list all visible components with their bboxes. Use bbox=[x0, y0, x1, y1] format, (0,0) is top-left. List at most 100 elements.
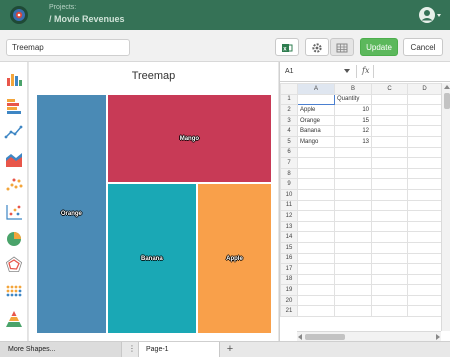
cell-reference-dropdown-icon[interactable] bbox=[344, 69, 350, 73]
sheet-cell[interactable]: Orange bbox=[297, 114, 335, 127]
row-header[interactable]: 11 bbox=[280, 199, 298, 212]
row-header[interactable]: 8 bbox=[280, 167, 298, 180]
sheet-cell[interactable] bbox=[407, 273, 442, 286]
sheet-cell[interactable] bbox=[371, 241, 408, 254]
export-excel-button[interactable]: x bbox=[275, 38, 299, 56]
sheet-cell[interactable] bbox=[371, 157, 408, 169]
sheet-cell[interactable] bbox=[371, 294, 408, 307]
sheet-cell[interactable] bbox=[297, 284, 335, 296]
row-header[interactable]: 1 bbox=[280, 93, 298, 106]
sheet-cell[interactable] bbox=[334, 220, 372, 233]
sheet-cell[interactable] bbox=[334, 188, 372, 201]
treemap-tile[interactable]: Orange bbox=[36, 94, 107, 334]
sheet-cell[interactable] bbox=[407, 167, 442, 180]
sheet-cell[interactable] bbox=[371, 188, 408, 201]
sheet-cell[interactable] bbox=[407, 231, 442, 243]
page-tab[interactable]: Page-1 bbox=[138, 342, 220, 357]
treemap-tile[interactable]: Apple bbox=[196, 183, 272, 334]
row-header[interactable]: 16 bbox=[280, 252, 298, 265]
pie-chart-icon[interactable] bbox=[4, 229, 24, 249]
sheet-cell[interactable] bbox=[407, 104, 442, 116]
sheet-cell[interactable] bbox=[371, 284, 408, 296]
scatter-plot-icon[interactable] bbox=[4, 175, 24, 195]
treemap-tile[interactable]: Mango bbox=[106, 94, 272, 184]
sheet-cell[interactable] bbox=[407, 146, 442, 159]
dot-matrix-icon[interactable] bbox=[4, 282, 24, 302]
sheet-cell[interactable] bbox=[297, 252, 335, 265]
sheet-cell[interactable]: 10 bbox=[334, 104, 372, 116]
sheet-cell[interactable] bbox=[407, 188, 442, 201]
sheet-cell[interactable] bbox=[297, 210, 335, 222]
sheet-cell[interactable] bbox=[297, 263, 335, 275]
sheet-cell[interactable] bbox=[371, 167, 408, 180]
row-header[interactable]: 13 bbox=[280, 220, 298, 233]
scatter-axes-icon[interactable] bbox=[4, 202, 24, 222]
sheet-cell[interactable] bbox=[334, 305, 372, 318]
sheet-cell[interactable] bbox=[297, 305, 335, 318]
bar-chart-icon[interactable] bbox=[4, 69, 24, 89]
sheet-cell[interactable] bbox=[334, 199, 372, 212]
sheet-cell[interactable] bbox=[371, 231, 408, 243]
sheet-cell[interactable] bbox=[371, 199, 408, 212]
sheet-cell[interactable] bbox=[407, 93, 442, 106]
sheet-cell[interactable] bbox=[371, 146, 408, 159]
sheet-cell[interactable] bbox=[371, 263, 408, 275]
cell-reference[interactable]: A1 bbox=[285, 68, 294, 75]
update-button[interactable]: Update bbox=[360, 38, 398, 56]
sheet-cell[interactable] bbox=[334, 273, 372, 286]
column-header[interactable]: A bbox=[297, 83, 335, 95]
more-shapes-button[interactable]: More Shapes... bbox=[0, 342, 122, 357]
sheet-cell[interactable] bbox=[407, 284, 442, 296]
horizontal-bar-icon[interactable] bbox=[4, 96, 24, 116]
sheet-cell[interactable] bbox=[407, 135, 442, 148]
page-menu-icon[interactable]: ⋮ bbox=[128, 344, 136, 355]
sheet-cell[interactable] bbox=[297, 231, 335, 243]
toggle-table-button[interactable] bbox=[330, 38, 354, 56]
sheet-cell[interactable] bbox=[371, 273, 408, 286]
sheet-cell[interactable] bbox=[334, 294, 372, 307]
vertical-scroll-thumb[interactable] bbox=[444, 93, 450, 109]
chart-name-input[interactable] bbox=[6, 39, 130, 56]
row-header[interactable]: 15 bbox=[280, 241, 298, 254]
row-header[interactable]: 2 bbox=[280, 104, 298, 116]
sheet-cell[interactable] bbox=[297, 178, 335, 190]
sheet-cell[interactable] bbox=[407, 220, 442, 233]
sheet-cell[interactable] bbox=[297, 93, 335, 106]
sheet-cell[interactable] bbox=[334, 178, 372, 190]
sheet-cell[interactable] bbox=[334, 167, 372, 180]
sheet-cell[interactable] bbox=[334, 241, 372, 254]
sheet-cell[interactable] bbox=[407, 252, 442, 265]
sheet-cell[interactable] bbox=[297, 241, 335, 254]
sheet-cell[interactable] bbox=[371, 114, 408, 127]
row-header[interactable]: 21 bbox=[280, 305, 298, 318]
horizontal-scroll-thumb[interactable] bbox=[305, 334, 345, 340]
sheet-cell[interactable] bbox=[334, 210, 372, 222]
column-header[interactable]: C bbox=[371, 83, 408, 95]
add-page-icon[interactable]: + bbox=[224, 343, 236, 356]
sheet-cell[interactable] bbox=[407, 210, 442, 222]
line-chart-icon[interactable] bbox=[4, 122, 24, 142]
sheet-cell[interactable] bbox=[407, 157, 442, 169]
row-header[interactable]: 9 bbox=[280, 178, 298, 190]
horizontal-scrollbar[interactable] bbox=[297, 331, 441, 341]
column-header[interactable]: B bbox=[334, 83, 372, 95]
treemap-tile[interactable]: Banana bbox=[106, 183, 197, 334]
cancel-button[interactable]: Cancel bbox=[403, 38, 443, 56]
sheet-cell[interactable] bbox=[371, 252, 408, 265]
sheet-cell[interactable] bbox=[334, 263, 372, 275]
vertical-scrollbar[interactable] bbox=[441, 83, 450, 331]
sheet-cell[interactable]: Mango bbox=[297, 135, 335, 148]
sheet-cell[interactable]: Banana bbox=[297, 125, 335, 137]
row-header[interactable]: 17 bbox=[280, 263, 298, 275]
sheet-cell[interactable]: 12 bbox=[334, 125, 372, 137]
sheet-cell[interactable] bbox=[334, 252, 372, 265]
sheet-cell[interactable]: 13 bbox=[334, 135, 372, 148]
row-header[interactable]: 20 bbox=[280, 294, 298, 307]
sheet-cell[interactable] bbox=[371, 93, 408, 106]
sheet-cell[interactable] bbox=[371, 305, 408, 318]
sheet-cell[interactable] bbox=[371, 210, 408, 222]
row-header[interactable]: 19 bbox=[280, 284, 298, 296]
row-header[interactable]: 14 bbox=[280, 231, 298, 243]
app-logo-icon[interactable] bbox=[10, 6, 28, 24]
sheet-cell[interactable] bbox=[407, 178, 442, 190]
